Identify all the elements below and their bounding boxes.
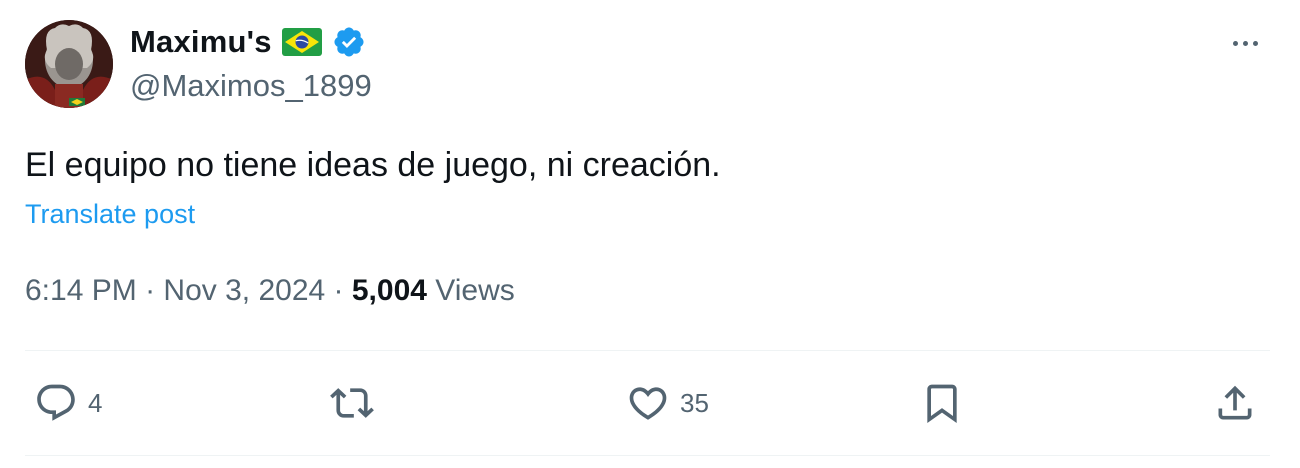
meta-separator: · (325, 274, 352, 307)
more-dot-icon (1232, 40, 1238, 46)
like-count: 35 (680, 387, 709, 418)
author-display-name[interactable]: Maximu's (130, 24, 272, 60)
author-name-row: Maximu's (130, 22, 366, 62)
avatar[interactable] (25, 20, 113, 108)
meta-separator: · (136, 274, 164, 307)
share-button[interactable] (1213, 370, 1257, 436)
share-icon (1218, 385, 1252, 420)
like-button[interactable]: 35 (626, 370, 709, 436)
heart-icon (629, 387, 667, 420)
action-bar: 4 35 (0, 370, 1300, 436)
tweet-time[interactable]: 6:14 PM (25, 274, 137, 308)
more-options-button[interactable] (1222, 28, 1268, 58)
more-dot-icon (1252, 40, 1258, 46)
more-dot-icon (1242, 40, 1248, 46)
views-count: 5,004 (351, 274, 427, 307)
reply-button[interactable]: 4 (34, 370, 102, 436)
author-handle[interactable]: @Maximos_1899 (130, 68, 372, 104)
reply-icon (37, 384, 75, 421)
bookmark-icon (927, 384, 957, 424)
reply-count: 4 (88, 387, 103, 418)
tweet-date[interactable]: Nov 3, 2024 (163, 274, 325, 308)
bookmark-button[interactable] (920, 370, 964, 436)
repost-icon (330, 388, 374, 418)
divider-top (25, 350, 1270, 351)
tweet-meta: 6:14 PM · Nov 3, 2024 · 5,004 Views (25, 274, 515, 308)
views-label: Views (426, 274, 515, 307)
repost-button[interactable] (330, 370, 384, 436)
brazil-flag-icon (281, 28, 322, 56)
tweet-text: El equipo no tiene ideas de juego, ni cr… (25, 146, 721, 184)
translate-post-link[interactable]: Translate post (25, 199, 195, 230)
avatar-image (25, 20, 113, 108)
verified-badge-icon[interactable] (332, 25, 366, 59)
divider-bottom (25, 455, 1270, 456)
